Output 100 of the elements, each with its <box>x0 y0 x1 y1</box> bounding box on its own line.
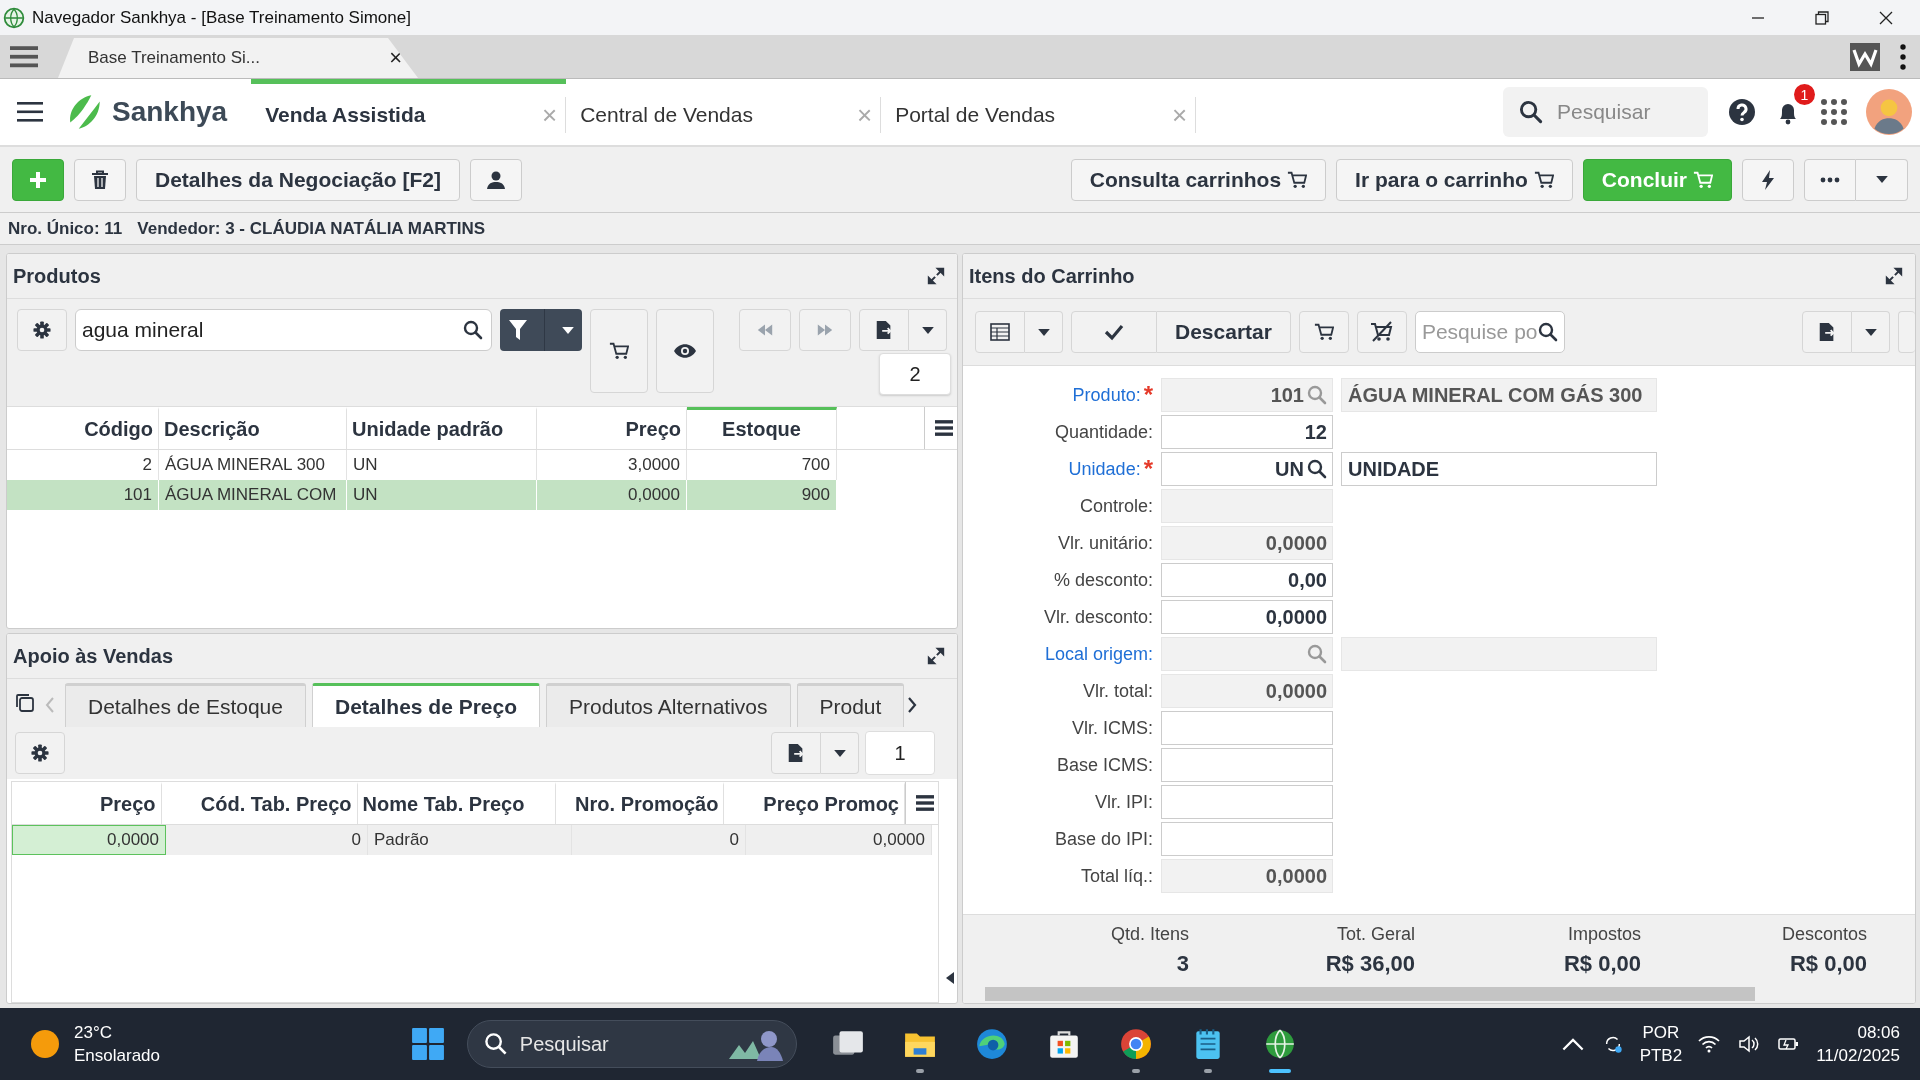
columns-menu-icon[interactable] <box>935 419 953 437</box>
input-field[interactable] <box>1161 637 1333 671</box>
input-field[interactable] <box>1161 748 1333 782</box>
menu-icon[interactable] <box>16 102 44 122</box>
input-field[interactable] <box>1161 785 1333 819</box>
tab[interactable]: Produtos Alternativos <box>546 683 791 727</box>
dropdown-button[interactable] <box>1025 311 1063 353</box>
settings-button[interactable] <box>17 309 67 351</box>
filter-icon <box>508 320 529 340</box>
column-header[interactable]: Preço <box>12 782 162 824</box>
help-icon[interactable] <box>1728 98 1756 126</box>
column-header[interactable]: Unidade padrão <box>347 407 537 449</box>
column-header[interactable]: Nro. Promoção <box>555 782 725 824</box>
column-header[interactable]: Estoque <box>687 407 837 449</box>
collapse-icon[interactable] <box>946 972 954 984</box>
clock-time[interactable]: 08:06 <box>1857 1021 1900 1044</box>
tab[interactable]: Detalhes de Preço <box>311 683 541 727</box>
discard-button[interactable]: Descartar <box>1157 311 1291 353</box>
record-count: 2 <box>879 353 951 395</box>
extension-icon[interactable] <box>1850 43 1880 71</box>
restore-icon[interactable] <box>1814 9 1830 26</box>
browser-tab[interactable]: Base Treinamento Si... × <box>58 38 418 78</box>
input-field[interactable]: 0,00 <box>1161 563 1333 597</box>
field-label[interactable]: Produto: <box>1072 384 1141 406</box>
app-tab[interactable]: Central de Vendas × <box>566 79 882 145</box>
search-field[interactable]: Pesquisar <box>466 1020 797 1068</box>
start-icon[interactable] <box>410 1027 445 1061</box>
add-to-cart-button[interactable] <box>1298 311 1349 353</box>
delete-button[interactable] <box>74 158 126 201</box>
menu-icon[interactable] <box>10 46 38 68</box>
more-icon[interactable] <box>1900 44 1906 70</box>
actions-button[interactable] <box>1742 158 1794 201</box>
export-button[interactable] <box>771 732 821 774</box>
dropdown-button[interactable] <box>821 732 859 774</box>
add-button[interactable] <box>12 158 64 201</box>
apps-grid-icon[interactable] <box>1820 98 1848 126</box>
table-cell: 0,0000 <box>12 825 166 855</box>
input-field[interactable]: UN <box>1161 452 1333 486</box>
table-row[interactable]: 0,0000 0 Padrão 0 0,0000 <box>12 825 938 855</box>
column-header[interactable]: Código <box>7 407 159 449</box>
chevron-right-icon[interactable] <box>907 697 917 713</box>
input-field[interactable]: 0,0000 <box>1161 600 1333 634</box>
speaker-icon[interactable] <box>1738 1034 1761 1054</box>
column-header[interactable]: Nome Tab. Preço <box>357 782 556 824</box>
field-label[interactable]: Unidade: <box>1068 458 1141 480</box>
keyboard-layout[interactable]: PTB2 <box>1639 1044 1683 1067</box>
copy-icon[interactable] <box>15 693 35 713</box>
expand-icon[interactable] <box>927 267 945 285</box>
input-field[interactable]: 0,0000 <box>1161 859 1333 893</box>
field-label[interactable]: Local origem: <box>1044 643 1153 665</box>
column-header[interactable]: Preço <box>537 407 687 449</box>
window-title: Navegador Sankhya - [Base Treinamento Simone] <box>32 7 411 28</box>
language[interactable]: POR <box>1642 1021 1680 1044</box>
export-button[interactable] <box>859 309 909 351</box>
input-field[interactable] <box>1161 489 1333 523</box>
app-tab[interactable]: Portal de Vendas × <box>881 79 1197 145</box>
description-field[interactable] <box>1341 637 1657 671</box>
confirm-button[interactable] <box>1071 311 1157 353</box>
dropdown-button[interactable] <box>909 309 947 351</box>
tab-title: Central de Vendas <box>580 102 753 127</box>
column-header[interactable]: Descrição <box>159 407 347 449</box>
filter-button[interactable] <box>500 309 582 351</box>
description-field[interactable]: ÁGUA MINERAL COM GÁS 300 <box>1341 378 1657 412</box>
cart-button[interactable]: Ir para o carrinho <box>1336 158 1573 201</box>
wifi-icon[interactable] <box>1698 1034 1721 1054</box>
clear-cart-button[interactable] <box>1356 311 1407 353</box>
input-field[interactable] <box>1161 822 1333 856</box>
input-field[interactable]: 12 <box>1161 415 1333 449</box>
cart-button[interactable]: Consulta carrinhos <box>1070 158 1327 201</box>
user-button[interactable] <box>469 158 522 201</box>
tab[interactable]: Detalhes de Estoque <box>65 683 306 727</box>
close-tab-button[interactable]: × <box>389 45 402 71</box>
scrollbar[interactable] <box>963 985 1915 1003</box>
column-header[interactable]: Preço Promoç <box>724 782 905 824</box>
input-field[interactable] <box>1161 711 1333 745</box>
tab[interactable]: Produt <box>796 683 905 727</box>
swirl-icon <box>974 1027 1009 1061</box>
dropdown-button[interactable] <box>1852 311 1890 353</box>
expand-icon[interactable] <box>927 647 945 665</box>
grid-view-button[interactable] <box>975 311 1025 353</box>
search-icon <box>1537 322 1558 342</box>
description-field[interactable]: UNIDADE <box>1341 452 1657 486</box>
settings-button[interactable] <box>15 732 65 774</box>
details-button[interactable]: Detalhes da Negociação [F2] <box>136 158 460 201</box>
field-label: Vlr. total: <box>1082 680 1153 702</box>
more-button[interactable] <box>1804 158 1856 201</box>
expand-icon[interactable] <box>1885 267 1903 285</box>
export-button[interactable] <box>1802 311 1852 353</box>
input-field[interactable]: 0,0000 <box>1161 526 1333 560</box>
input-field[interactable]: 0,0000 <box>1161 674 1333 708</box>
view-button[interactable] <box>655 309 714 393</box>
close-icon[interactable] <box>1878 9 1894 26</box>
search-field[interactable]: agua mineral <box>75 309 493 351</box>
avatar[interactable] <box>1866 89 1912 135</box>
columns-menu-icon[interactable] <box>915 794 934 812</box>
clock-date[interactable]: 11/02/2025 <box>1816 1044 1900 1067</box>
column-header[interactable]: Cód. Tab. Preço <box>161 782 358 824</box>
input-field[interactable]: 101 <box>1161 378 1333 412</box>
panel-title: Itens do Carrinho <box>969 264 1135 288</box>
table-row[interactable]: 101 ÁGUA MINERAL COM UN 0,0000 900 <box>7 480 957 510</box>
